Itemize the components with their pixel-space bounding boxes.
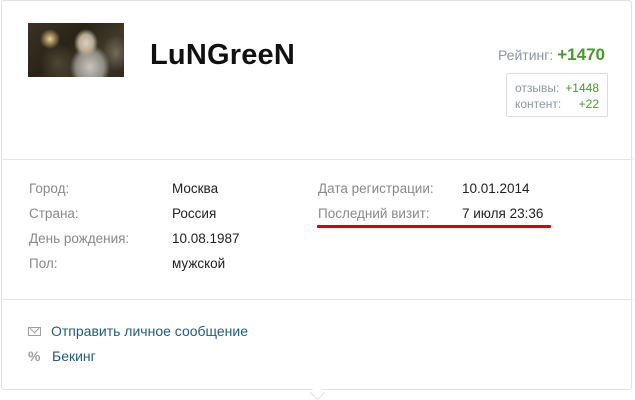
rating-value: +1470 [557,45,605,64]
percent-icon: % [28,348,41,364]
city-value: Москва [172,181,219,196]
profile-info-right: Дата регистрации: 10.01.2014 Последний в… [318,181,618,241]
country-value: Россия [172,206,217,221]
content-value: +22 [578,97,599,111]
registration-date-label: Дата регистрации: [318,181,434,196]
rating-breakdown: отзывы: +1448 контент: +22 [506,73,608,117]
divider [2,159,633,160]
send-message-link[interactable]: Отправить личное сообщение [28,323,248,339]
last-visit-value: 7 июля 23:36 [462,206,544,221]
birthday-label: День рождения: [29,231,130,246]
last-visit-label: Последний визит: [318,206,430,221]
avatar[interactable] [28,23,124,77]
city-label: Город: [29,181,70,196]
country-label: Страна: [29,206,79,221]
username: LuNGreeN [150,39,296,71]
birthday-value: 10.08.1987 [172,231,240,246]
last-visit-highlight [317,225,551,228]
content-label: контент: [515,97,562,111]
divider [2,299,633,300]
gender-label: Пол: [29,256,58,271]
gender-value: мужской [172,256,226,271]
profile-card: LuNGreeN Рейтинг: +1470 отзывы: +1448 кон… [1,0,633,390]
profile-info-left: Город: Москва Страна: Россия День рожден… [29,181,299,281]
reviews-label: отзывы: [515,81,560,95]
backing-link[interactable]: % Бекинг [28,348,96,364]
rating-label: Рейтинг: [497,47,554,63]
registration-date-value: 10.01.2014 [462,181,530,196]
rating-summary: Рейтинг: +1470 [498,45,605,65]
envelope-icon [28,327,41,336]
reviews-value: +1448 [565,81,599,95]
send-message-label: Отправить личное сообщение [51,323,249,339]
backing-label: Бекинг [52,348,96,364]
